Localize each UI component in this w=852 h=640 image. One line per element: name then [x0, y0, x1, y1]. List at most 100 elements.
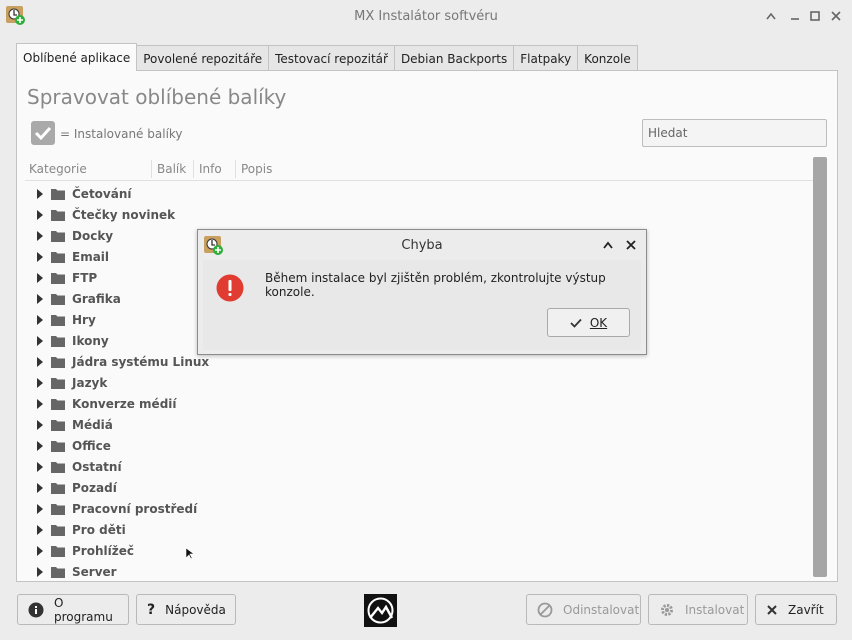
mx-logo-icon — [364, 594, 397, 627]
expand-arrow-icon[interactable] — [37, 566, 43, 577]
info-icon — [28, 602, 44, 618]
folder-icon — [51, 377, 65, 389]
dialog-shade-button[interactable] — [600, 237, 616, 253]
install-label: Instalovat — [685, 602, 745, 617]
tab-flatpaks[interactable]: Flatpaky — [513, 45, 579, 71]
folder-icon — [51, 398, 65, 410]
tab-favorite-apps[interactable]: Oblíbené aplikace — [16, 43, 138, 71]
column-header-package[interactable]: Balík — [153, 161, 186, 177]
close-button[interactable]: Zavřít — [755, 594, 837, 625]
window-title: MX Instalátor softvéru — [354, 9, 498, 24]
expand-arrow-icon[interactable] — [37, 440, 43, 451]
shade-button[interactable] — [762, 7, 780, 25]
folder-icon — [51, 440, 65, 452]
category-label: Email — [72, 249, 110, 264]
category-label: Hry — [72, 312, 96, 327]
header-separator — [193, 160, 194, 178]
about-button[interactable]: O programu — [17, 594, 129, 625]
expand-arrow-icon[interactable] — [37, 482, 43, 493]
folder-icon — [51, 503, 65, 515]
expand-arrow-icon[interactable] — [37, 377, 43, 388]
folder-icon — [51, 188, 65, 200]
tree-row[interactable]: Čtečky novinek — [27, 204, 807, 225]
maximize-button[interactable] — [806, 7, 824, 25]
folder-icon — [51, 545, 65, 557]
dialog-body: Během instalace byl zjištěn problém, zko… — [203, 260, 641, 350]
column-headers: Kategorie Balík Info Popis — [25, 157, 815, 181]
expand-arrow-icon[interactable] — [37, 503, 43, 514]
chevron-up-icon — [603, 241, 613, 249]
folder-icon — [51, 293, 65, 305]
tab-console[interactable]: Konzole — [577, 45, 638, 71]
expand-arrow-icon[interactable] — [37, 419, 43, 430]
mouse-cursor-icon — [186, 548, 194, 560]
expand-arrow-icon[interactable] — [37, 545, 43, 556]
tree-row[interactable]: Médiá — [27, 414, 807, 435]
category-label: FTP — [72, 270, 98, 285]
folder-icon — [51, 524, 65, 536]
expand-arrow-icon[interactable] — [37, 524, 43, 535]
column-header-description[interactable]: Popis — [237, 161, 272, 177]
category-label: Pozadí — [72, 480, 117, 495]
expand-arrow-icon[interactable] — [37, 356, 43, 367]
expand-arrow-icon[interactable] — [37, 314, 43, 325]
gear-icon — [659, 602, 675, 618]
category-label: Médiá — [72, 417, 113, 432]
ok-label: OK — [589, 315, 608, 330]
tree-row[interactable]: Prohlížeč — [27, 540, 807, 561]
minimize-icon — [791, 18, 799, 20]
search-input[interactable] — [642, 119, 827, 147]
folder-icon — [51, 356, 65, 368]
expand-arrow-icon[interactable] — [37, 272, 43, 283]
question-icon: ? — [147, 601, 156, 618]
expand-arrow-icon[interactable] — [37, 209, 43, 220]
expand-arrow-icon[interactable] — [37, 293, 43, 304]
tree-row[interactable]: Pozadí — [27, 477, 807, 498]
tab-enabled-repos[interactable]: Povolené repozitáře — [136, 45, 270, 71]
expand-arrow-icon[interactable] — [37, 461, 43, 472]
expand-arrow-icon[interactable] — [37, 335, 43, 346]
tree-row[interactable]: Server — [27, 561, 807, 581]
category-label: Konverze médií — [72, 396, 177, 411]
tree-row[interactable]: Pro děti — [27, 519, 807, 540]
folder-icon — [51, 251, 65, 263]
dialog-close-button[interactable] — [623, 237, 639, 253]
tree-row[interactable]: Konverze médií — [27, 393, 807, 414]
close-icon — [831, 11, 841, 21]
tree-row[interactable]: Ostatní — [27, 456, 807, 477]
expand-arrow-icon[interactable] — [37, 251, 43, 262]
folder-icon — [51, 419, 65, 431]
error-dialog: Chyba Během instalace byl zjištěn problé… — [197, 229, 647, 355]
uninstall-button[interactable]: Odinstalovat — [526, 594, 641, 625]
tab-debian-backports[interactable]: Debian Backports — [393, 45, 515, 71]
tab-bar: Oblíbené aplikace Povolené repozitáře Te… — [16, 43, 638, 71]
column-header-category[interactable]: Kategorie — [25, 161, 87, 177]
error-message: Během instalace byl zjištěn problém, zko… — [265, 271, 606, 299]
help-button[interactable]: ? Nápověda — [136, 594, 236, 625]
folder-icon — [51, 230, 65, 242]
close-icon — [626, 240, 636, 250]
category-label: Prohlížeč — [72, 543, 134, 558]
ok-button[interactable]: OK — [547, 308, 630, 337]
category-label: Pro děti — [72, 522, 126, 537]
expand-arrow-icon[interactable] — [37, 230, 43, 241]
folder-icon — [51, 566, 65, 578]
dialog-title: Chyba — [401, 238, 443, 253]
tree-row[interactable]: Office — [27, 435, 807, 456]
category-label: Ostatní — [72, 459, 122, 474]
minimize-button[interactable] — [786, 7, 804, 25]
tree-row[interactable]: Jazyk — [27, 372, 807, 393]
folder-icon — [51, 209, 65, 221]
category-label: Server — [72, 564, 117, 579]
tree-row[interactable]: Pracovní prostředí — [27, 498, 807, 519]
vertical-scrollbar[interactable] — [813, 157, 827, 577]
install-button[interactable]: Instalovat — [648, 594, 748, 625]
tree-row[interactable]: Četování — [27, 183, 807, 204]
column-header-info[interactable]: Info — [195, 161, 222, 177]
tab-test-repo[interactable]: Testovací repozitář — [268, 45, 395, 71]
close-window-button[interactable] — [827, 7, 845, 25]
expand-arrow-icon[interactable] — [37, 398, 43, 409]
about-label: O programu — [54, 595, 113, 624]
category-label: Pracovní prostředí — [72, 501, 198, 516]
expand-arrow-icon[interactable] — [37, 188, 43, 199]
